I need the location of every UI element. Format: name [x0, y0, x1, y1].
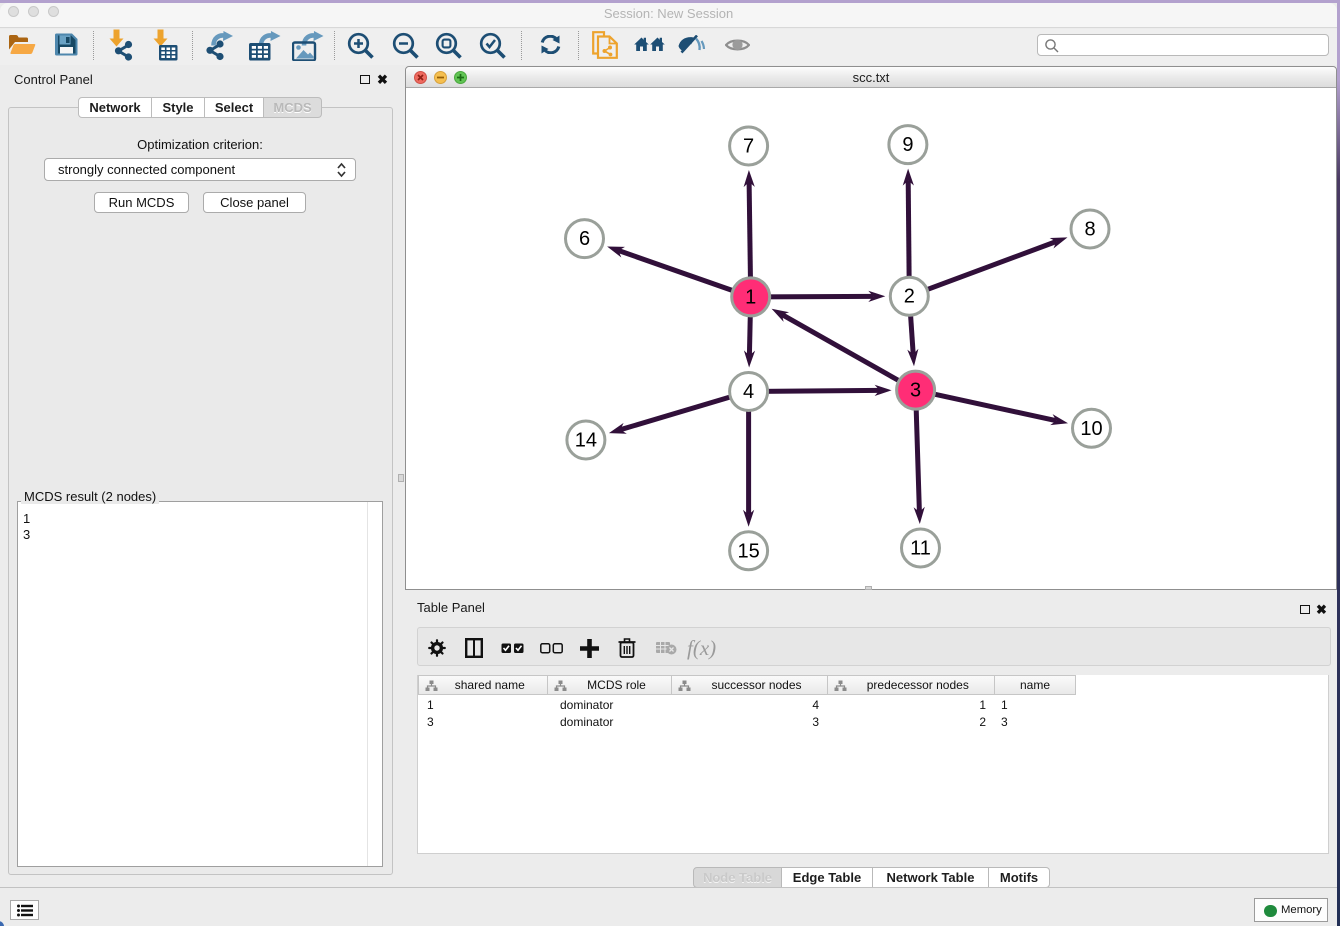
svg-text:11: 11 [910, 538, 931, 560]
svg-text:6: 6 [579, 228, 590, 250]
svg-text:4: 4 [743, 381, 754, 403]
svg-text:15: 15 [737, 540, 759, 562]
svg-text:8: 8 [1084, 219, 1095, 241]
svg-text:3: 3 [910, 380, 921, 402]
svg-text:10: 10 [1080, 418, 1102, 440]
svg-text:9: 9 [902, 134, 913, 156]
svg-text:2: 2 [904, 286, 915, 308]
svg-text:14: 14 [575, 430, 597, 452]
svg-text:7: 7 [743, 136, 754, 158]
svg-text:1: 1 [745, 286, 756, 308]
